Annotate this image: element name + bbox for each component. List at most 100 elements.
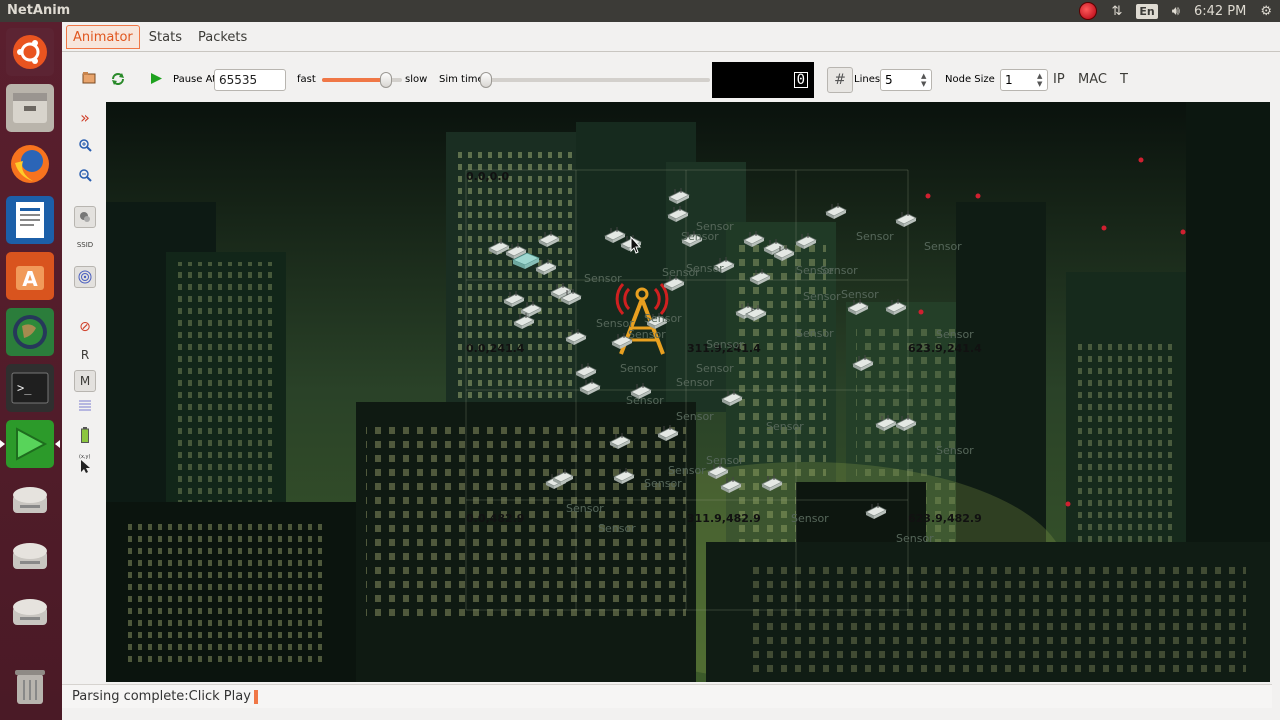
sensor-node-icon[interactable] bbox=[760, 475, 784, 493]
lines-spinbox[interactable]: 5 ▲ ▼ bbox=[880, 69, 932, 91]
main-tabs: Animator Stats Packets bbox=[62, 22, 1280, 52]
r-toggle[interactable]: R bbox=[74, 344, 96, 366]
sensor-node-icon[interactable] bbox=[578, 379, 602, 397]
keyboard-language-indicator[interactable]: En bbox=[1136, 3, 1158, 19]
m-toggle[interactable]: M bbox=[74, 370, 96, 392]
svg-text:>_: >_ bbox=[17, 381, 32, 395]
sensor-node-icon[interactable] bbox=[608, 433, 632, 451]
network-arrows-icon[interactable]: ⇅ bbox=[1111, 4, 1122, 19]
sensor-node-label: Sensor bbox=[696, 362, 734, 375]
animation-canvas[interactable]: 0.0,0.0 0.0,241.4 311.9,241.4 623.9,241.4 0.… bbox=[106, 102, 1270, 682]
mac-toggle[interactable]: MAC bbox=[1078, 72, 1107, 87]
sim-time-slider[interactable] bbox=[480, 72, 710, 88]
sensor-node-icon[interactable] bbox=[894, 211, 918, 229]
sensor-node-icon[interactable] bbox=[559, 289, 583, 307]
sim-time-slider-handle[interactable] bbox=[480, 72, 492, 88]
globe-icon[interactable] bbox=[6, 308, 54, 356]
open-file-icon[interactable] bbox=[82, 71, 96, 85]
grid-icon[interactable]: # bbox=[827, 67, 853, 93]
sensor-node-icon[interactable] bbox=[512, 313, 536, 331]
sensor-node-label: Sensor bbox=[681, 230, 719, 243]
sensor-node-icon[interactable] bbox=[864, 503, 888, 521]
sensor-node-label: Sensor bbox=[706, 454, 744, 467]
software-center-icon[interactable]: A bbox=[6, 252, 54, 300]
sensor-node-icon[interactable] bbox=[564, 329, 588, 347]
drive-icon[interactable] bbox=[6, 532, 54, 580]
sensor-node-icon[interactable] bbox=[719, 477, 743, 495]
sensor-node-icon[interactable] bbox=[612, 468, 636, 486]
trash-icon[interactable] bbox=[6, 662, 54, 710]
sim-time-label: Sim time bbox=[439, 74, 484, 85]
t-toggle[interactable]: T bbox=[1120, 72, 1128, 87]
sensor-node-icon[interactable] bbox=[720, 390, 744, 408]
sensor-node-label: Sensor bbox=[644, 477, 682, 490]
sensor-node-icon[interactable] bbox=[537, 231, 561, 249]
ip-toggle[interactable]: IP bbox=[1053, 72, 1065, 87]
tab-animator[interactable]: Animator bbox=[66, 25, 140, 49]
drive-icon[interactable] bbox=[6, 476, 54, 524]
sensor-node-icon[interactable] bbox=[748, 269, 772, 287]
pause-at-input[interactable]: 65535 bbox=[214, 69, 286, 91]
sensor-node-label: Sensor bbox=[896, 532, 934, 545]
sensor-node-label: Sensor bbox=[598, 522, 636, 535]
node-size-spinbox[interactable]: 1 ▲ ▼ bbox=[1000, 69, 1048, 91]
chevron-right-icon[interactable]: » bbox=[74, 106, 96, 128]
sensor-node-icon[interactable] bbox=[666, 206, 690, 224]
sensor-node-icon[interactable] bbox=[656, 425, 680, 443]
zoom-in-icon[interactable] bbox=[74, 134, 96, 156]
spin-arrows-icon[interactable]: ▲ ▼ bbox=[1037, 70, 1047, 90]
sensor-node-icon[interactable] bbox=[884, 299, 908, 317]
terminal-icon[interactable]: >_ bbox=[6, 364, 54, 412]
sensor-node-label: Sensor bbox=[706, 338, 744, 351]
spin-arrows-icon[interactable]: ▲ ▼ bbox=[921, 70, 931, 90]
status-cursor bbox=[253, 689, 258, 704]
selected-node-icon[interactable] bbox=[511, 250, 541, 270]
settings-gear-icon[interactable]: ⚙ bbox=[1260, 4, 1272, 19]
list-lines-icon[interactable] bbox=[74, 394, 96, 416]
reload-icon[interactable] bbox=[110, 71, 126, 87]
volume-icon[interactable]: 🔊︎ bbox=[1172, 4, 1180, 19]
speed-slider-handle[interactable] bbox=[380, 72, 393, 88]
sensor-node-icon[interactable] bbox=[744, 305, 768, 323]
sensor-node-icon[interactable] bbox=[851, 355, 875, 373]
writer-icon[interactable] bbox=[6, 196, 54, 244]
tab-stats[interactable]: Stats bbox=[142, 25, 189, 49]
sensor-node-icon[interactable] bbox=[824, 203, 848, 221]
sensor-node-label: Sensor bbox=[803, 290, 841, 303]
sensor-node-icon[interactable] bbox=[667, 188, 691, 206]
play-icon[interactable] bbox=[150, 72, 163, 85]
ssid-icon[interactable]: SSID bbox=[74, 234, 96, 256]
sensor-node-icon[interactable] bbox=[551, 469, 575, 487]
ubuntu-logo-icon[interactable] bbox=[6, 28, 54, 76]
no-entry-icon[interactable]: ⊘ bbox=[74, 316, 96, 338]
sensor-node-label: Sensor bbox=[936, 444, 974, 457]
speed-slider-fill bbox=[322, 78, 387, 82]
speed-slider[interactable] bbox=[322, 72, 402, 88]
sensor-node-icon[interactable] bbox=[846, 299, 870, 317]
slow-label: slow bbox=[405, 74, 428, 85]
drive-icon[interactable] bbox=[6, 588, 54, 636]
netanim-window: Animator Stats Packets Pause At 65535 fa… bbox=[62, 22, 1280, 720]
sensor-node-icon[interactable] bbox=[794, 233, 818, 251]
battery-icon[interactable] bbox=[74, 424, 96, 446]
sensor-node-icon[interactable] bbox=[772, 245, 796, 263]
cursor-position-icon[interactable]: (x,y) bbox=[74, 452, 96, 474]
record-indicator-icon[interactable] bbox=[1079, 2, 1098, 20]
clock[interactable]: 6:42 PM bbox=[1194, 4, 1246, 19]
netanim-icon[interactable] bbox=[0, 420, 60, 468]
sensor-node-icon[interactable] bbox=[894, 415, 918, 433]
svg-text:(x,y): (x,y) bbox=[79, 454, 90, 460]
tab-packets[interactable]: Packets bbox=[191, 25, 254, 49]
system-top-bar: NetAnim ⇅ En 🔊︎ 6:42 PM ⚙ bbox=[0, 0, 1280, 22]
grid-coordinate-label: 623.9,482.9 bbox=[908, 512, 982, 525]
range-circles-icon[interactable] bbox=[74, 266, 96, 288]
background-image-icon[interactable] bbox=[74, 206, 96, 228]
firefox-icon[interactable] bbox=[6, 140, 54, 188]
fast-label: fast bbox=[297, 74, 316, 85]
zoom-out-icon[interactable] bbox=[74, 164, 96, 186]
node-size-label: Node Size bbox=[945, 74, 995, 85]
sensor-node-label: Sensor bbox=[936, 328, 974, 341]
files-icon[interactable] bbox=[6, 84, 54, 132]
grid-coordinate-label: 0.0,482.9 bbox=[466, 512, 525, 525]
sensor-node-label: Sensor bbox=[791, 512, 829, 525]
